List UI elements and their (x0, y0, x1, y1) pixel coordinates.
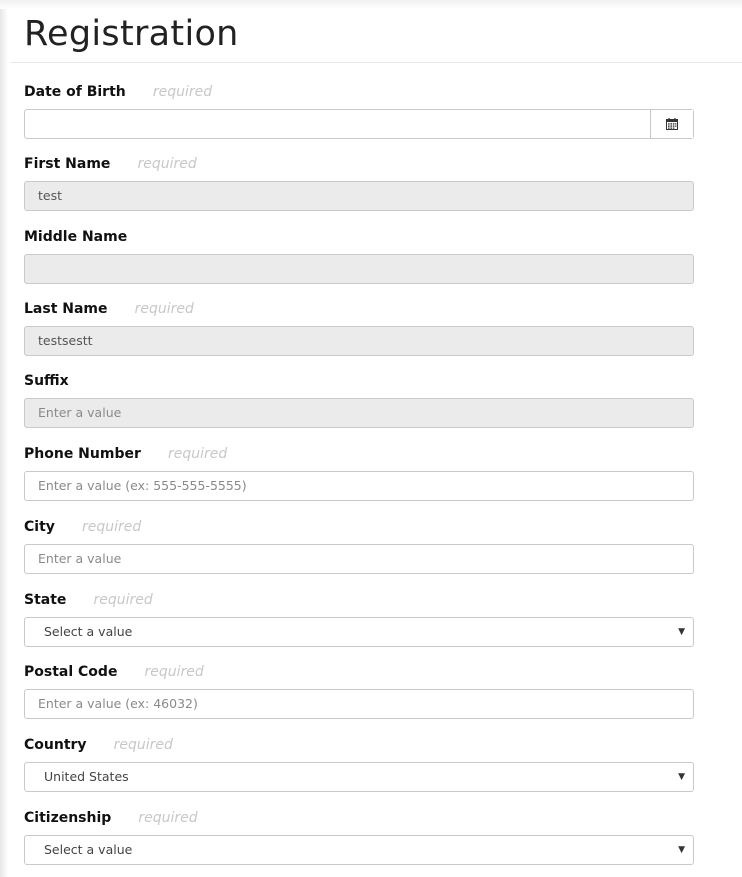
required-hint: required (113, 737, 173, 753)
dropdown-arrow-icon: ▼ (678, 845, 685, 855)
suffix-label: Suffix (24, 373, 69, 389)
last-name-input[interactable]: testsestt (24, 326, 694, 356)
first-name-input[interactable]: test (24, 181, 694, 211)
date-picker-button[interactable] (650, 110, 693, 138)
required-hint: required (137, 156, 197, 172)
date-of-birth-input[interactable] (24, 109, 694, 139)
city-input[interactable]: Enter a value (24, 544, 694, 574)
required-hint: required (152, 84, 213, 100)
first-name-label: First Name (24, 156, 111, 172)
country-label: Country (24, 737, 87, 753)
required-hint: required (144, 664, 204, 680)
middle-name-input[interactable] (24, 254, 694, 284)
required-hint: required (93, 592, 153, 608)
country-select[interactable]: United States ▼ (24, 762, 694, 792)
left-shadow-edge (0, 0, 8, 877)
citizenship-select[interactable]: Select a value ▼ (24, 835, 694, 865)
top-shadow-edge (0, 0, 742, 9)
state-label: State (24, 592, 67, 608)
required-hint: required (134, 301, 194, 317)
required-hint: required (167, 446, 228, 462)
postal-code-input[interactable]: Enter a value (ex: 46032) (24, 689, 694, 719)
dropdown-arrow-icon: ▼ (678, 627, 685, 637)
phone-number-input[interactable]: Enter a value (ex: 555-555-5555) (24, 471, 694, 501)
last-name-label: Last Name (24, 301, 108, 317)
page-title: Registration (24, 14, 239, 54)
postal-code-label: Postal Code (24, 664, 118, 680)
middle-name-label: Middle Name (24, 229, 128, 245)
city-label: City (24, 519, 55, 535)
required-hint: required (82, 519, 142, 535)
dropdown-arrow-icon: ▼ (678, 772, 685, 782)
suffix-input[interactable]: Enter a value (24, 398, 694, 428)
state-select[interactable]: Select a value ▼ (24, 617, 694, 647)
phone-number-label: Phone Number (24, 446, 141, 462)
required-hint: required (138, 810, 198, 826)
citizenship-label: Citizenship (24, 810, 112, 826)
title-divider (10, 62, 742, 63)
calendar-icon (666, 118, 678, 130)
date-of-birth-label: Date of Birth (24, 84, 126, 100)
